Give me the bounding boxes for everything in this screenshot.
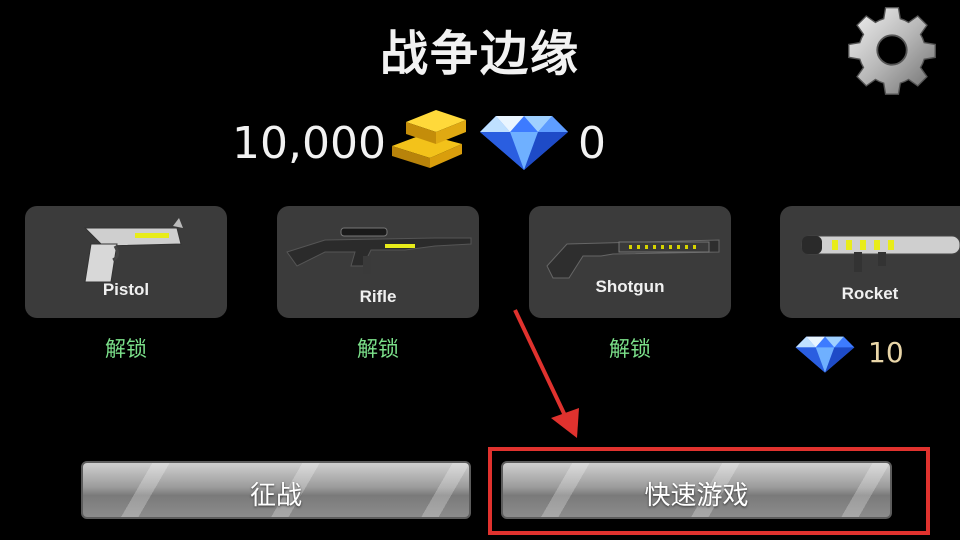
weapon-card-pistol[interactable]: Pistol <box>25 206 227 318</box>
unlock-label-pistol[interactable]: 解锁 <box>25 333 227 363</box>
campaign-button-label: 征战 <box>249 481 302 511</box>
gem-amount: 0 <box>578 118 606 169</box>
rocket-price: 10 <box>868 336 904 369</box>
weapon-name-rocket: Rocket <box>841 284 899 303</box>
rocket-launcher-icon <box>801 235 960 272</box>
pointer-arrow-icon <box>513 309 579 438</box>
weapon-card-rocket[interactable]: Rocket <box>780 206 960 318</box>
gold-bar-icon <box>392 110 466 168</box>
unlock-label-rifle[interactable]: 解锁 <box>277 333 479 363</box>
game-title: 战争边缘 <box>379 26 580 82</box>
diamond-icon <box>795 336 855 373</box>
weapon-name-shotgun: Shotgun <box>595 277 665 296</box>
weapon-name-pistol: Pistol <box>102 280 150 299</box>
gear-icon[interactable] <box>846 4 938 96</box>
weapon-name-rifle: Rifle <box>359 287 397 306</box>
weapon-card-rifle[interactable]: Rifle <box>277 206 479 318</box>
pistol-icon <box>83 218 183 283</box>
rifle-icon <box>286 227 472 274</box>
diamond-icon <box>480 116 568 170</box>
campaign-button[interactable]: 征战 <box>81 461 471 519</box>
quick-play-button[interactable]: 快速游戏 <box>501 461 892 519</box>
shotgun-icon <box>546 239 720 279</box>
gold-amount: 10,000 <box>232 118 386 169</box>
weapon-card-shotgun[interactable]: Shotgun <box>529 206 731 318</box>
quick-play-button-label: 快速游戏 <box>644 481 749 511</box>
